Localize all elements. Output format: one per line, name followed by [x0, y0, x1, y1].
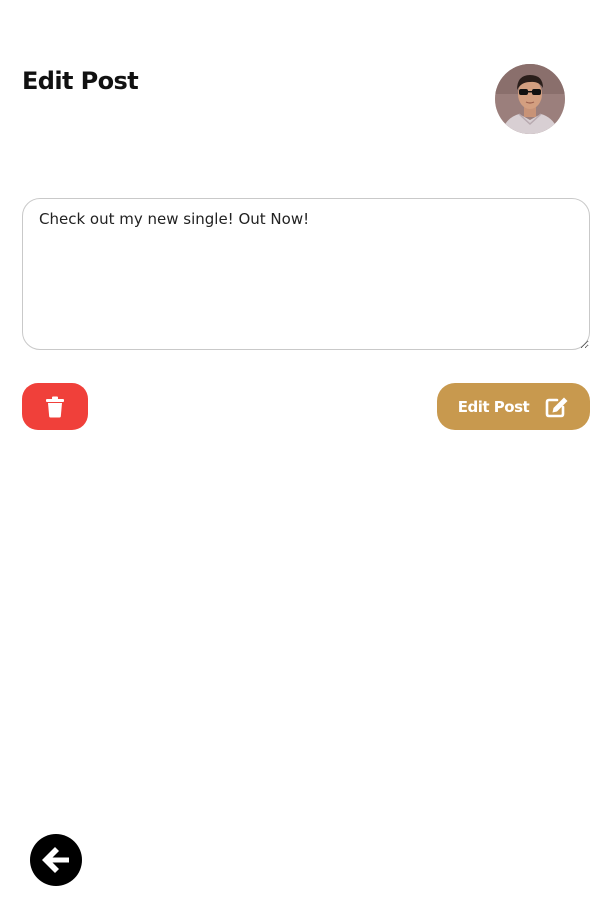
arrow-left-icon [38, 842, 74, 878]
back-button[interactable] [30, 834, 82, 886]
trash-icon [45, 396, 65, 418]
avatar-image [495, 64, 565, 134]
edit-icon [545, 396, 569, 418]
edit-post-label: Edit Post [457, 397, 530, 416]
edit-post-button[interactable]: Edit Post [437, 383, 590, 430]
page-title: Edit Post [22, 67, 139, 95]
avatar[interactable] [495, 64, 565, 134]
delete-button[interactable] [22, 383, 88, 430]
post-text-input[interactable] [22, 198, 590, 350]
